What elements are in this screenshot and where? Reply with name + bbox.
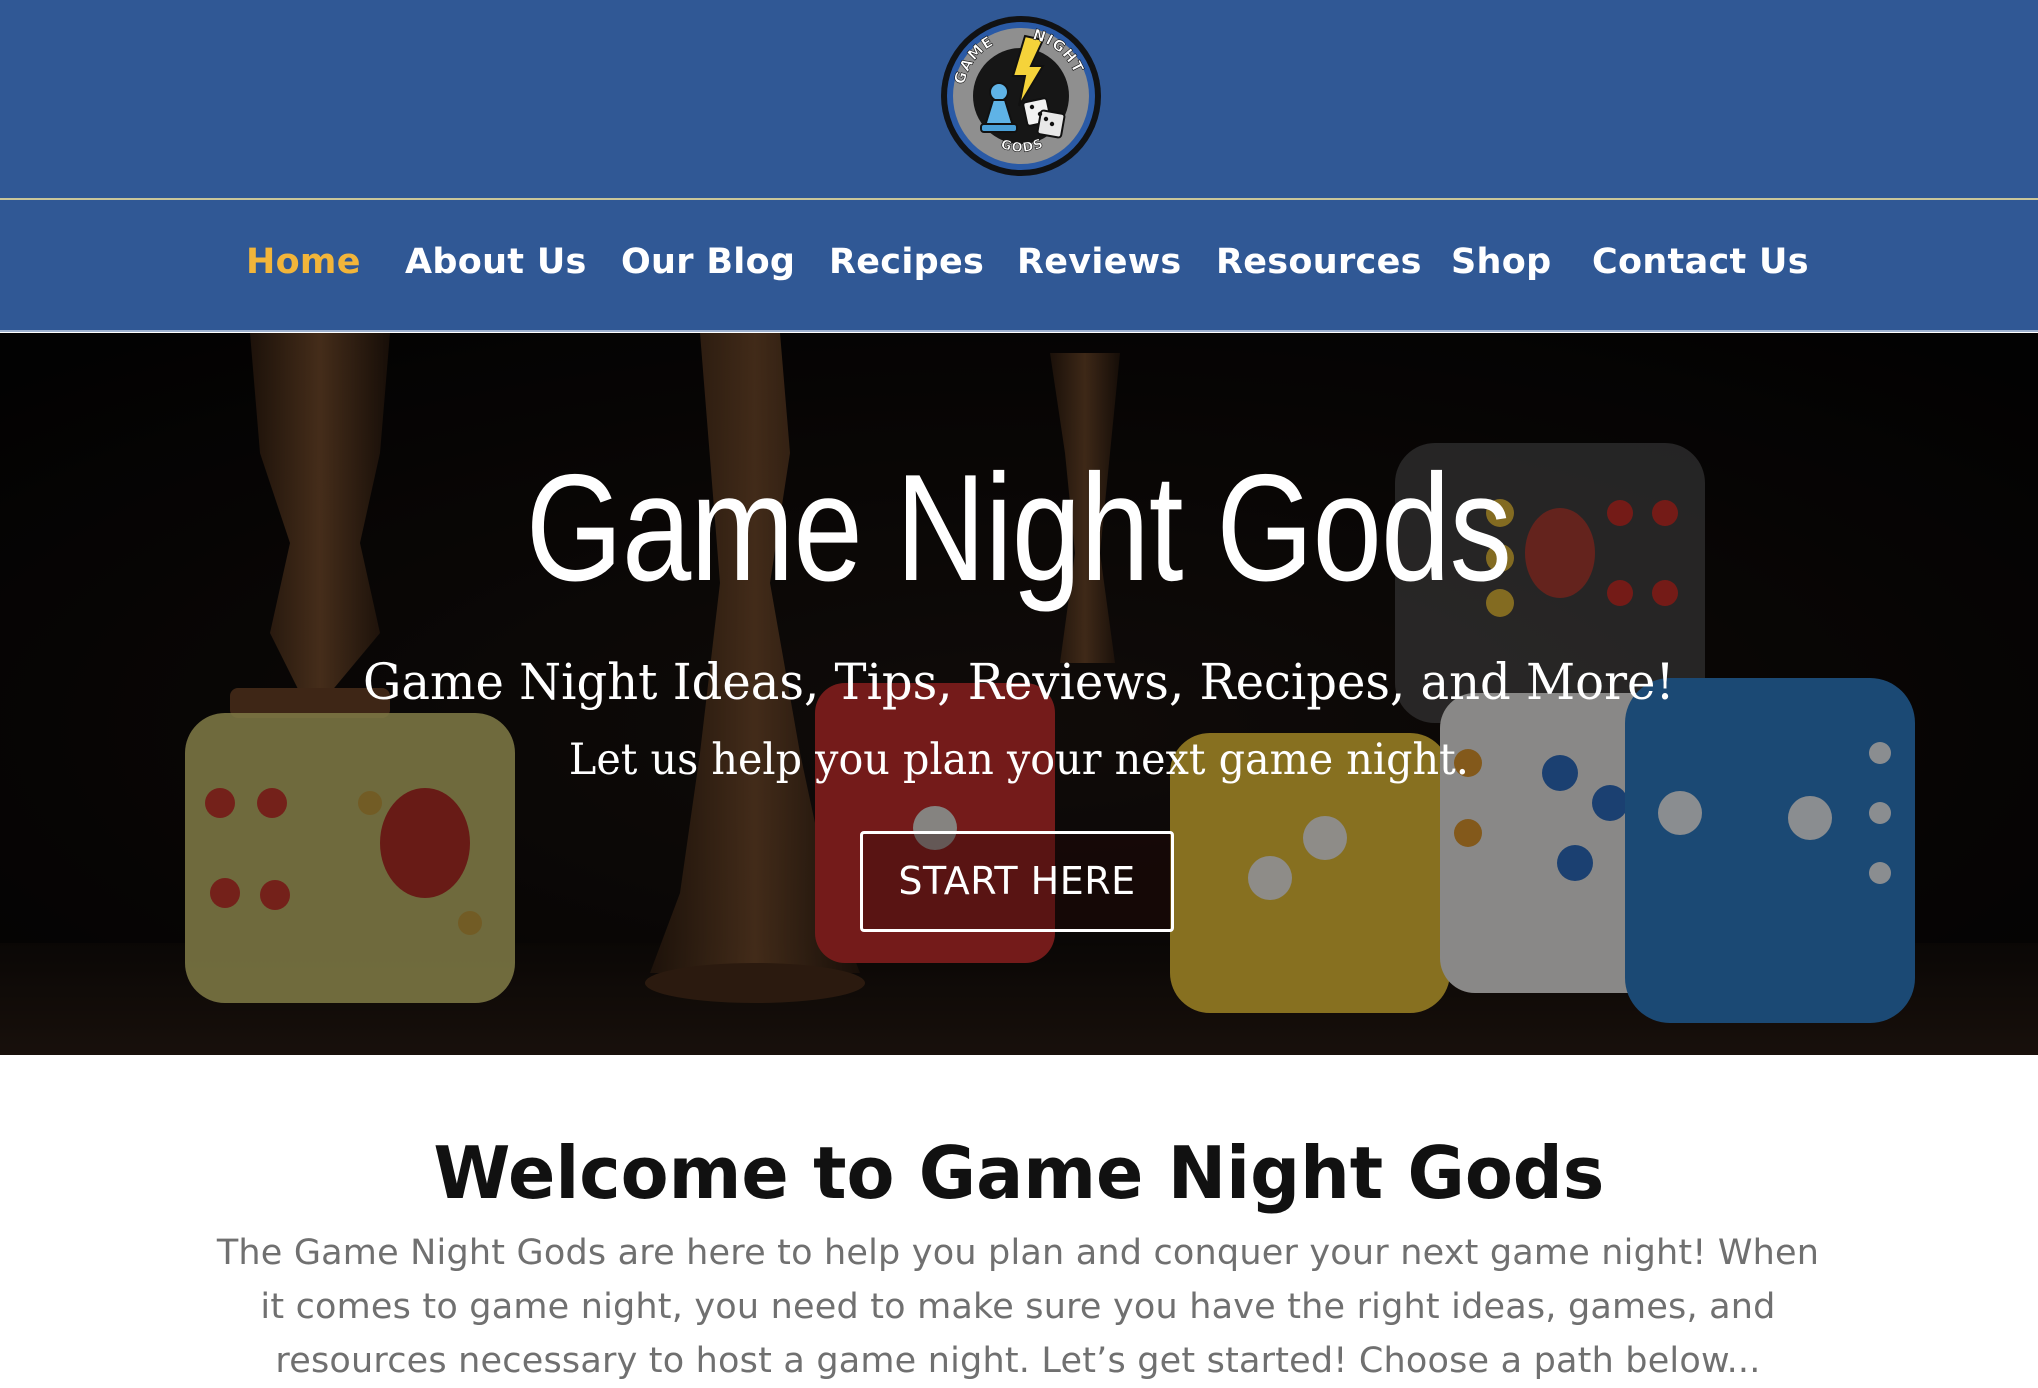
- welcome-paragraph: The Game Night Gods are here to help you…: [216, 1233, 1820, 1381]
- welcome-heading: Welcome to Game Night Gods: [433, 1131, 1605, 1215]
- nav-item-reviews[interactable]: Reviews: [1017, 240, 1182, 284]
- nav-item-resources[interactable]: Resources: [1216, 240, 1422, 284]
- nav-item-contact-us[interactable]: Contact Us: [1592, 240, 1809, 284]
- site-header: GAME NIGHT GODS: [0, 0, 2038, 199]
- hero-title: Game Night Gods: [525, 443, 1512, 613]
- main-nav: Home About Us Our Blog Recipes Reviews R…: [0, 200, 2038, 332]
- nav-item-home[interactable]: Home: [246, 240, 361, 284]
- site-logo[interactable]: GAME NIGHT GODS: [939, 14, 1103, 178]
- hero-subtitle: Game Night Ideas, Tips, Reviews, Recipes…: [363, 653, 1675, 711]
- hero-banner: Game Night Gods Game Night Ideas, Tips, …: [0, 333, 2038, 1055]
- nav-item-about-us[interactable]: About Us: [405, 240, 587, 284]
- nav-item-recipes[interactable]: Recipes: [829, 240, 984, 284]
- start-here-button[interactable]: START HERE: [860, 831, 1174, 932]
- hero-tagline: Let us help you plan your next game nigh…: [568, 735, 1469, 785]
- nav-item-our-blog[interactable]: Our Blog: [621, 240, 795, 284]
- nav-item-shop[interactable]: Shop: [1451, 240, 1551, 284]
